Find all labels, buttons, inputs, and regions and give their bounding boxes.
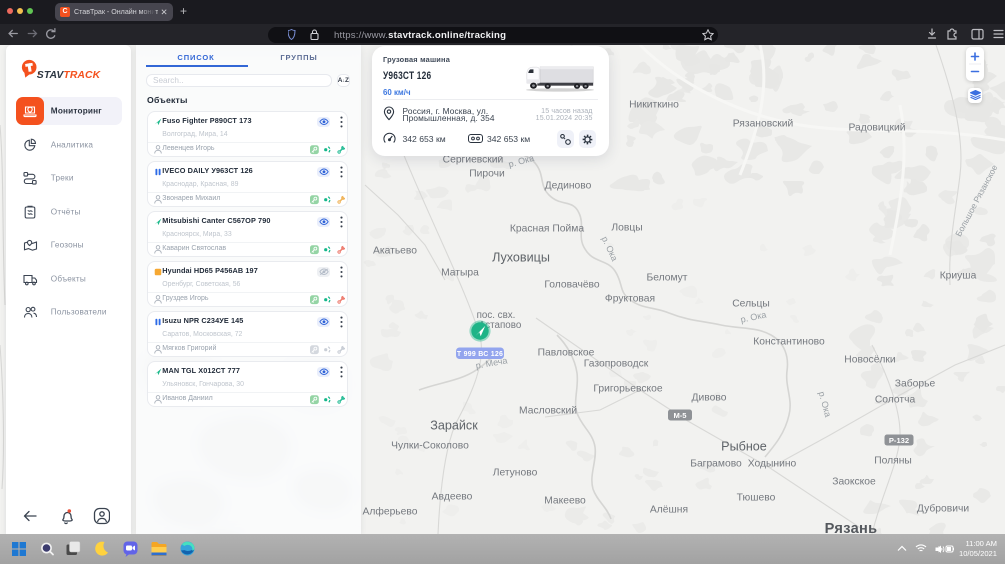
svg-text:Ходынино: Ходынино bbox=[748, 459, 797, 470]
svg-text:Солотча: Солотча bbox=[875, 395, 916, 406]
svg-text:Заборье: Заборье bbox=[895, 378, 936, 390]
svg-text:Константиново: Константиново bbox=[753, 337, 825, 348]
svg-text:Акатьево: Акатьево bbox=[373, 246, 417, 257]
svg-text:Григорьевское: Григорьевское bbox=[593, 384, 662, 395]
svg-text:Радовицкий: Радовицкий bbox=[848, 123, 905, 134]
svg-text:Макеево: Макеево bbox=[544, 496, 586, 507]
svg-text:Ловцы: Ловцы bbox=[611, 223, 642, 234]
svg-text:Головачёво: Головачёво bbox=[544, 280, 600, 291]
svg-text:Тюшево: Тюшево bbox=[737, 493, 776, 504]
svg-text:Сельцы: Сельцы bbox=[732, 299, 770, 310]
svg-text:Р-132: Р-132 bbox=[889, 436, 909, 445]
svg-text:Рязань: Рязань bbox=[825, 521, 878, 534]
svg-text:Новосёлки: Новосёлки bbox=[844, 355, 896, 366]
svg-text:Фруктовая: Фруктовая bbox=[605, 294, 655, 305]
svg-text:Баграмово: Баграмово bbox=[690, 459, 742, 470]
svg-text:Рыбное: Рыбное bbox=[721, 440, 767, 454]
svg-text:Красная Пойма: Красная Пойма bbox=[510, 224, 584, 235]
svg-text:Рязановский: Рязановский bbox=[733, 119, 794, 130]
svg-text:Сергиевский: Сергиевский bbox=[443, 155, 504, 166]
svg-text:Беломут: Беломут bbox=[646, 273, 687, 284]
svg-text:Чулки-Соколово: Чулки-Соколово bbox=[391, 441, 469, 452]
svg-text:Алферьево: Алферьево bbox=[363, 506, 418, 518]
svg-text:Масловский: Масловский bbox=[519, 406, 577, 417]
svg-text:М-5: М-5 bbox=[673, 411, 687, 420]
svg-text:Пирочи: Пирочи bbox=[469, 169, 505, 180]
svg-text:Заокское: Заокское bbox=[832, 477, 876, 488]
svg-text:Павловское: Павловское bbox=[538, 348, 595, 359]
svg-text:Никиткино: Никиткино bbox=[629, 100, 679, 111]
svg-text:Авдеево: Авдеево bbox=[432, 492, 473, 503]
svg-text:Алёшня: Алёшня bbox=[650, 505, 688, 516]
svg-text:Дивово: Дивово bbox=[692, 393, 727, 404]
svg-text:Дубровичи: Дубровичи bbox=[917, 503, 969, 515]
svg-text:Поляны: Поляны bbox=[874, 456, 912, 467]
svg-text:Летуново: Летуново bbox=[493, 468, 538, 479]
svg-text:Зарайск: Зарайск bbox=[430, 419, 478, 433]
svg-text:Криуша: Криуша bbox=[940, 271, 977, 282]
svg-text:Дединово: Дединово bbox=[545, 181, 592, 192]
svg-text:STAVTRACK: STAVTRACK bbox=[37, 70, 102, 81]
svg-text:Матыра: Матыра bbox=[441, 268, 479, 279]
svg-text:Газопроводск: Газопроводск bbox=[584, 359, 649, 370]
svg-text:Т 999 ВС 126: Т 999 ВС 126 bbox=[457, 351, 503, 358]
svg-text:Луховицы: Луховицы bbox=[492, 251, 550, 265]
